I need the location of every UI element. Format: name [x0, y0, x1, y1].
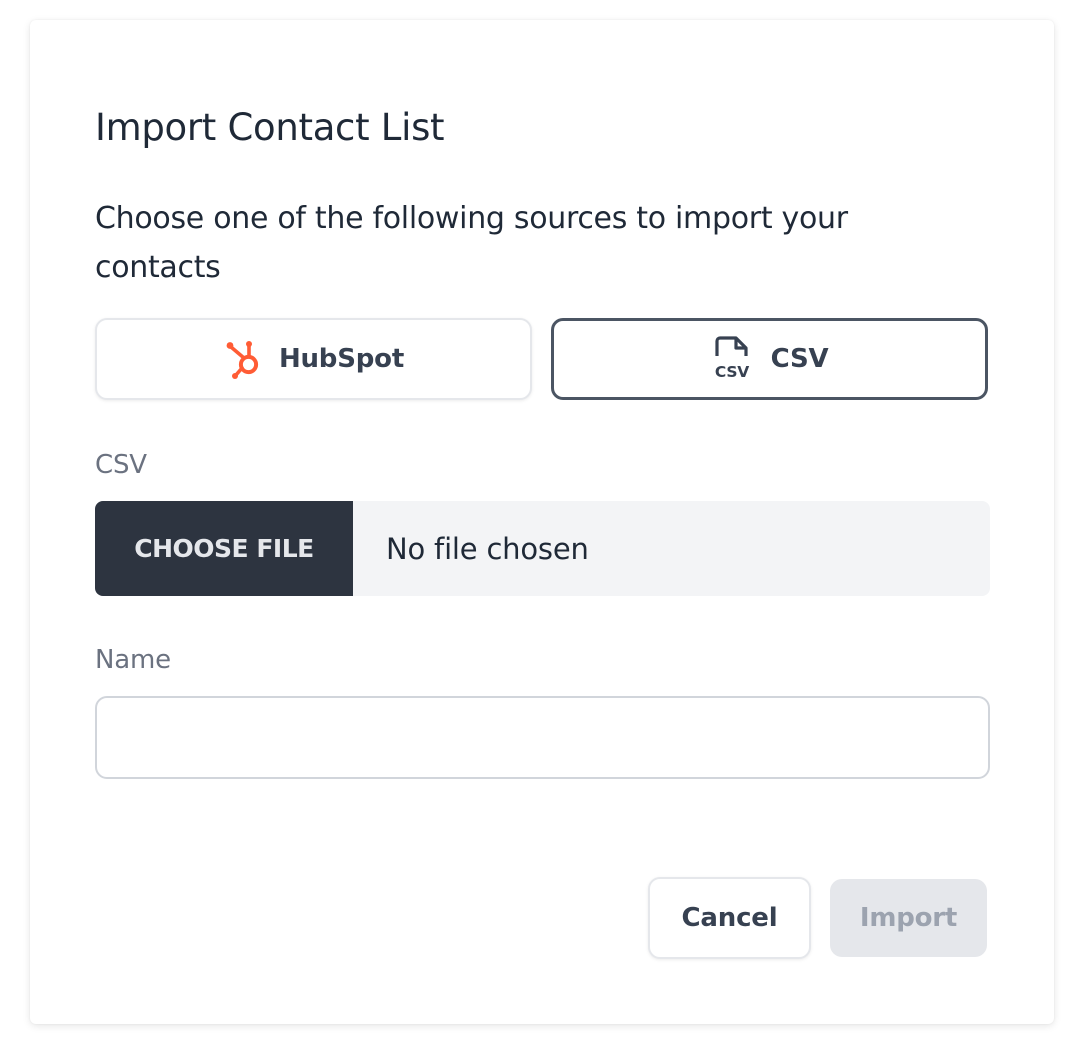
csv-source-label: CSV	[770, 344, 829, 374]
csv-file-icon: CSV	[711, 336, 755, 382]
hubspot-icon	[223, 339, 263, 379]
dialog-subtitle: Choose one of the following sources to i…	[95, 201, 848, 285]
csv-source-button[interactable]: CSV CSV	[551, 318, 988, 400]
dialog-title: Import Contact List	[95, 106, 445, 149]
choose-file-button[interactable]: CHOOSE FILE	[95, 501, 353, 596]
name-field-label: Name	[95, 645, 171, 675]
svg-text:CSV: CSV	[714, 363, 748, 381]
name-input[interactable]	[95, 696, 990, 779]
cancel-button[interactable]: Cancel	[648, 877, 811, 959]
hubspot-source-button[interactable]: HubSpot	[95, 318, 532, 400]
file-status-text: No file chosen	[386, 531, 589, 566]
csv-field-label: CSV	[95, 450, 147, 480]
import-button[interactable]: Import	[830, 879, 987, 957]
hubspot-source-label: HubSpot	[278, 344, 405, 374]
csv-file-input[interactable]: CHOOSE FILE No file chosen	[95, 501, 990, 596]
import-contact-list-dialog: Import Contact List Choose one of the fo…	[30, 20, 1054, 1024]
